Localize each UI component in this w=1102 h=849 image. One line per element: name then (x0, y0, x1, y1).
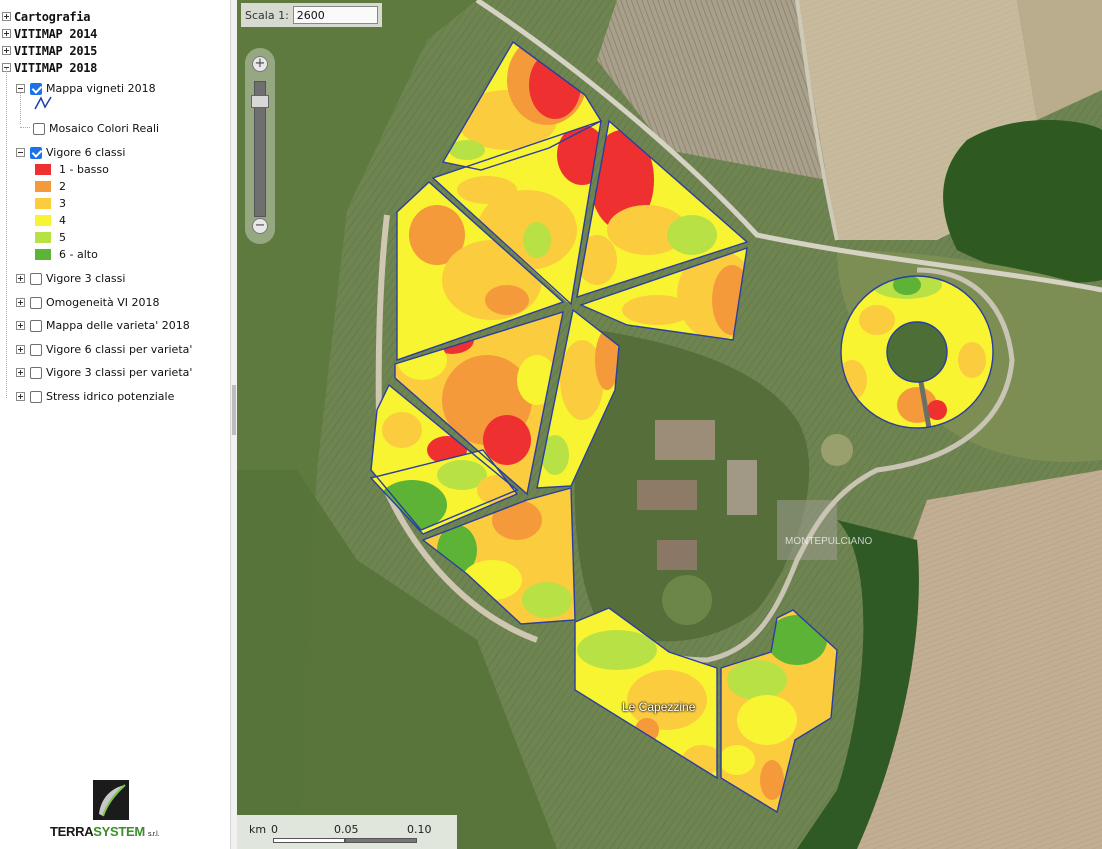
logo-mark-icon (93, 780, 129, 820)
expand-icon[interactable] (16, 274, 25, 283)
collapse-icon[interactable] (16, 148, 25, 157)
tree-root-vitimap-2018[interactable]: VITIMAP 2018 (2, 59, 97, 76)
expand-icon[interactable] (16, 392, 25, 401)
legend-label: 1 - basso (59, 163, 109, 176)
logo-wordmark: TERRASYSTEM s.r.l. (50, 824, 159, 839)
expand-icon[interactable] (2, 29, 11, 38)
tree-root-label: VITIMAP 2018 (14, 60, 98, 75)
layer-mosaico-colori-reali[interactable]: Mosaico Colori Reali (28, 120, 159, 137)
panel-splitter[interactable] (230, 0, 237, 849)
layer-label: Vigore 3 classi (46, 272, 126, 285)
terrasystem-logo: TERRASYSTEM s.r.l. (50, 778, 190, 844)
legend-label: 2 (59, 180, 66, 193)
logo-text-a: TERRA (50, 824, 94, 839)
expand-icon[interactable] (2, 12, 11, 21)
layer-vigore-3-classi[interactable]: Vigore 3 classi (16, 270, 125, 287)
layer-checkbox[interactable] (30, 343, 42, 356)
legend-swatch (35, 232, 51, 243)
scalebar-tick: 0 (271, 823, 278, 836)
legend-label: 3 (59, 197, 66, 210)
scalebar-segment (345, 838, 417, 843)
layer-checkbox[interactable] (30, 319, 42, 332)
legend-label: 6 - alto (59, 248, 98, 261)
layer-checkbox[interactable] (30, 82, 42, 95)
layer-vigore-6-classi[interactable]: Vigore 6 classi (16, 144, 125, 161)
legend-swatch (35, 198, 51, 209)
legend-swatch (35, 249, 51, 260)
scale-ratio-control: Scala 1: (241, 3, 382, 27)
layer-label: Mappa vigneti 2018 (46, 82, 156, 95)
layer-checkbox[interactable] (33, 122, 45, 135)
polyline-icon (34, 96, 52, 110)
tree-root-label: Cartografia (14, 9, 91, 24)
place-label: Le Capezzine (622, 700, 696, 714)
layer-label: Omogeneità VI 2018 (46, 296, 160, 309)
logo-text-b: SYSTEM (93, 824, 145, 839)
legend-item: 6 - alto (35, 246, 98, 263)
map-watermark: MONTEPULCIANO (785, 536, 873, 547)
tree-guide-line (6, 68, 7, 398)
zoom-out-button[interactable]: − (252, 218, 268, 234)
tree-root-label: VITIMAP 2015 (14, 43, 98, 58)
scalebar-segment (273, 838, 345, 843)
zoom-control: + − (245, 48, 275, 244)
scale-bar: km 0 0.05 0.10 (237, 815, 457, 849)
scale-input[interactable] (292, 6, 378, 24)
tree-root-label: VITIMAP 2014 (14, 26, 98, 41)
legend-item: 3 (35, 195, 66, 212)
layer-checkbox[interactable] (30, 146, 42, 159)
layer-checkbox[interactable] (30, 272, 42, 285)
legend-item: 2 (35, 178, 66, 195)
layer-label: Vigore 3 classi per varieta' (46, 366, 193, 379)
legend-item: 5 (35, 229, 66, 246)
collapse-icon[interactable] (16, 84, 25, 93)
layer-label: Mappa delle varieta' 2018 (46, 319, 190, 332)
scalebar-tick: 0.10 (407, 823, 432, 836)
logo-suffix: s.r.l. (147, 831, 159, 838)
tree-root-vitimap-2015[interactable]: VITIMAP 2015 (2, 42, 97, 59)
expand-icon[interactable] (16, 298, 25, 307)
tree-root-vitimap-2014[interactable]: VITIMAP 2014 (2, 25, 97, 42)
tree-root-cartografia[interactable]: Cartografia (2, 8, 90, 25)
layer-label: Vigore 6 classi per varieta' (46, 343, 193, 356)
legend-label: 4 (59, 214, 66, 227)
layer-stress-idrico-potenziale[interactable]: Stress idrico potenziale (16, 388, 174, 405)
expand-icon[interactable] (2, 46, 11, 55)
legend-item: 1 - basso (35, 161, 109, 178)
splitter-grip[interactable] (232, 385, 236, 435)
layer-checkbox[interactable] (30, 390, 42, 403)
expand-icon[interactable] (16, 321, 25, 330)
map-viewport[interactable]: Scala 1: + − MONTEPULCIANO Le Capezzine … (237, 0, 1102, 849)
layer-checkbox[interactable] (30, 296, 42, 309)
layer-label: Mosaico Colori Reali (49, 122, 160, 135)
layer-tree-panel: Cartografia VITIMAP 2014 VITIMAP 2015 VI… (0, 0, 230, 849)
zoom-slider-handle[interactable] (251, 95, 269, 108)
layer-checkbox[interactable] (30, 366, 42, 379)
scalebar-unit: km (249, 823, 267, 836)
expand-icon[interactable] (16, 345, 25, 354)
zoom-in-button[interactable]: + (252, 56, 268, 72)
scale-label: Scala 1: (245, 8, 289, 22)
layer-omogeneita-vi-2018[interactable]: Omogeneità VI 2018 (16, 294, 159, 311)
legend-swatch (35, 164, 51, 175)
scalebar-tick: 0.05 (334, 823, 359, 836)
map-canvas[interactable] (237, 0, 1102, 849)
legend-label: 5 (59, 231, 66, 244)
layer-mappa-varieta-2018[interactable]: Mappa delle varieta' 2018 (16, 317, 190, 334)
legend-swatch (35, 215, 51, 226)
layer-vigore-3-classi-per-varieta[interactable]: Vigore 3 classi per varieta' (16, 364, 192, 381)
layer-label: Stress idrico potenziale (46, 390, 175, 403)
expand-icon[interactable] (16, 368, 25, 377)
legend-item: 4 (35, 212, 66, 229)
legend-swatch (35, 181, 51, 192)
layer-vigore-6-classi-per-varieta[interactable]: Vigore 6 classi per varieta' (16, 341, 192, 358)
layer-label: Vigore 6 classi (46, 146, 126, 159)
